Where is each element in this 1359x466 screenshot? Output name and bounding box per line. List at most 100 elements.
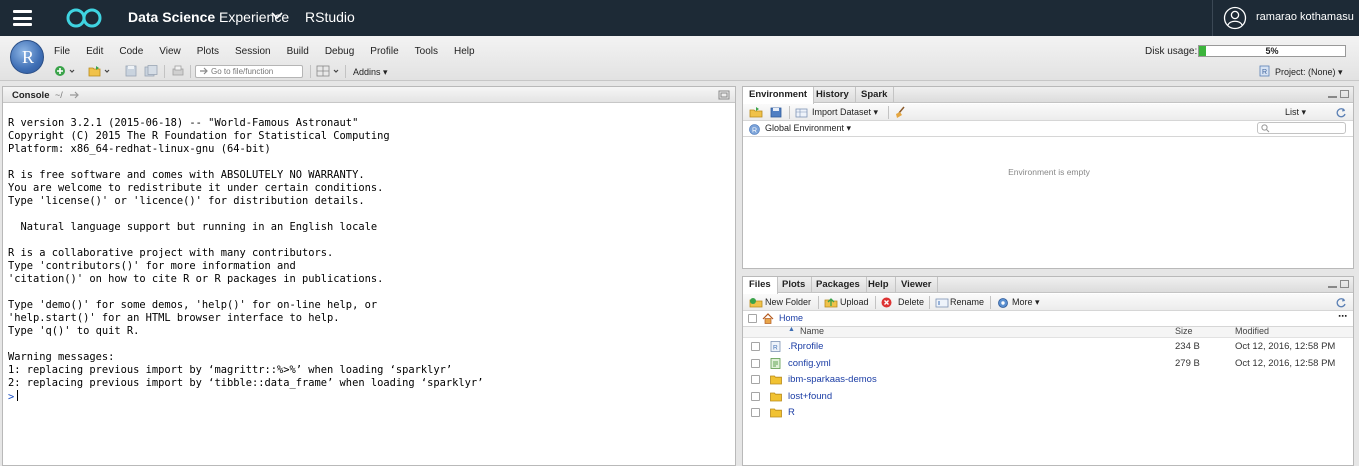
chevron-down-icon[interactable] [271, 11, 283, 21]
column-name[interactable]: Name [800, 326, 824, 336]
menu-file[interactable]: File [54, 46, 70, 57]
column-size[interactable]: Size [1175, 326, 1193, 336]
r-file-icon: R [770, 341, 781, 352]
tab-viewer[interactable]: Viewer [895, 277, 939, 293]
console-prompt-line[interactable]: > [8, 390, 483, 404]
file-row[interactable]: R .Rprofile 234 B Oct 12, 2016, 12:58 PM [743, 339, 1353, 355]
tab-history[interactable]: History [810, 87, 856, 103]
menu-build[interactable]: Build [287, 46, 309, 57]
chevron-down-icon[interactable] [103, 65, 111, 77]
rename-button[interactable]: Rename [950, 297, 984, 307]
refresh-icon[interactable] [1335, 107, 1347, 119]
maximize-icon[interactable] [718, 90, 730, 100]
dsx-logo-icon[interactable] [66, 7, 102, 29]
arrow-right-icon [200, 67, 208, 75]
column-modified[interactable]: Modified [1235, 326, 1269, 336]
console-line: R is a collaborative project with many c… [8, 247, 334, 259]
file-name[interactable]: .Rprofile [788, 341, 823, 352]
file-checkbox[interactable] [751, 408, 760, 418]
file-name[interactable]: R [788, 407, 795, 418]
file-row[interactable]: R [743, 405, 1353, 421]
load-workspace-icon[interactable] [749, 107, 763, 118]
maximize-icon[interactable] [1340, 280, 1349, 288]
grid-layout-icon[interactable] [316, 65, 330, 77]
menu-view[interactable]: View [159, 46, 181, 57]
print-icon[interactable] [171, 65, 185, 77]
menu-tools[interactable]: Tools [415, 46, 438, 57]
file-checkbox[interactable] [751, 391, 760, 401]
home-icon[interactable] [762, 313, 774, 324]
folder-icon [770, 408, 782, 418]
file-row[interactable]: ibm-sparkaas-demos [743, 372, 1353, 388]
save-workspace-icon[interactable] [770, 107, 782, 118]
sort-ascending-icon: ▲ [788, 326, 795, 333]
go-to-file-input[interactable]: Go to file/function [195, 65, 303, 78]
new-folder-icon [749, 298, 763, 308]
menu-code[interactable]: Code [119, 46, 143, 57]
select-all-checkbox[interactable] [748, 314, 757, 323]
file-checkbox[interactable] [751, 358, 760, 368]
file-size: 279 B [1175, 357, 1200, 369]
chevron-down-icon[interactable] [68, 65, 76, 77]
file-row[interactable]: config.yml 279 B Oct 12, 2016, 12:58 PM [743, 356, 1353, 372]
chevron-down-icon[interactable] [332, 65, 340, 77]
go-to-directory-icon[interactable] [69, 90, 80, 100]
new-folder-button[interactable]: New Folder [765, 297, 811, 307]
rstudio-header: R File Edit Code View Plots Session Buil… [0, 36, 1359, 81]
user-name[interactable]: ramarao kothamasu [1256, 11, 1354, 23]
menu-help[interactable]: Help [454, 46, 475, 57]
more-menu[interactable]: More ▾ [1012, 297, 1040, 308]
global-environment-menu[interactable]: Global Environment ▾ [765, 123, 851, 134]
minimize-icon[interactable] [1328, 282, 1337, 288]
divider [990, 296, 991, 309]
project-menu[interactable]: Project: (None) ▾ [1275, 67, 1343, 78]
addins-menu[interactable]: Addins ▾ [353, 67, 388, 78]
import-dataset-icon[interactable] [795, 107, 809, 118]
file-name[interactable]: config.yml [788, 358, 831, 369]
user-avatar-icon[interactable] [1223, 6, 1247, 30]
environment-search-input[interactable] [1257, 122, 1346, 134]
save-icon[interactable] [124, 65, 138, 77]
svg-text:R: R [752, 128, 757, 135]
tab-spark[interactable]: Spark [855, 87, 895, 103]
console-output[interactable]: R version 3.2.1 (2015-06-18) -- "World-F… [8, 117, 483, 404]
app-name: RStudio [305, 9, 355, 25]
menu-plots[interactable]: Plots [197, 46, 219, 57]
console-line: Copyright (C) 2015 The R Foundation for … [8, 130, 390, 142]
product-name[interactable]: Data Science Experience [128, 9, 289, 25]
file-checkbox[interactable] [751, 375, 760, 385]
tab-plots[interactable]: Plots [776, 277, 813, 293]
maximize-icon[interactable] [1340, 90, 1349, 98]
menu-profile[interactable]: Profile [370, 46, 398, 57]
import-dataset-button[interactable]: Import Dataset ▾ [812, 107, 878, 118]
minimize-icon[interactable] [1328, 92, 1337, 98]
more-options-icon[interactable]: ⋯ [1338, 311, 1347, 322]
upload-button[interactable]: Upload [840, 297, 869, 307]
file-row[interactable]: lost+found [743, 389, 1353, 405]
environment-empty-message: Environment is empty [1008, 167, 1090, 177]
hamburger-menu-icon[interactable] [13, 10, 32, 26]
refresh-icon[interactable] [1335, 297, 1347, 309]
file-name[interactable]: ibm-sparkaas-demos [788, 374, 877, 385]
tab-packages[interactable]: Packages [810, 277, 867, 293]
menu-session[interactable]: Session [235, 46, 271, 57]
tab-files[interactable]: Files [743, 277, 778, 294]
list-view-menu[interactable]: List ▾ [1285, 107, 1306, 118]
files-toolbar: New Folder Upload Delete Rename More ▾ [743, 294, 1353, 311]
new-file-icon[interactable] [54, 65, 68, 77]
search-icon [1261, 124, 1270, 133]
console-title[interactable]: Console [12, 90, 49, 101]
breadcrumb-home[interactable]: Home [779, 313, 803, 323]
menu-edit[interactable]: Edit [86, 46, 103, 57]
tab-help[interactable]: Help [862, 277, 896, 293]
save-all-icon[interactable] [144, 65, 158, 77]
open-folder-icon[interactable] [88, 65, 102, 77]
delete-button[interactable]: Delete [898, 297, 924, 307]
tab-environment[interactable]: Environment [743, 87, 815, 104]
file-name[interactable]: lost+found [788, 391, 832, 402]
file-checkbox[interactable] [751, 342, 760, 351]
menu-debug[interactable]: Debug [325, 46, 354, 57]
broom-icon[interactable] [894, 106, 907, 119]
